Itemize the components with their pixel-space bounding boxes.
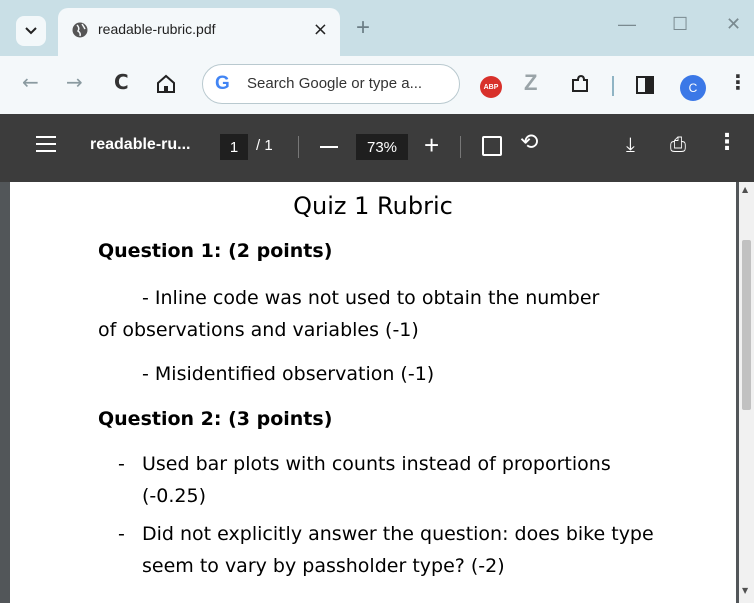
- zoom-level-input[interactable]: 73%: [356, 134, 408, 160]
- pdf-viewer: Quiz 1 Rubric Question 1: (2 points) - I…: [0, 182, 754, 603]
- address-bar[interactable]: G Search Google or type a...: [202, 64, 460, 104]
- pdf-title: readable-ru...: [90, 136, 191, 153]
- q1-item-1-line-2: of observations and variables (-1): [98, 319, 419, 341]
- home-icon[interactable]: [156, 74, 176, 94]
- back-icon[interactable]: ←: [22, 70, 39, 94]
- scroll-down-icon[interactable]: ▼: [742, 586, 748, 595]
- question-2-heading: Question 2: (3 points): [98, 408, 333, 430]
- google-logo-icon: G: [215, 73, 230, 94]
- q1-item-2: - Misidentified observation (-1): [142, 363, 435, 385]
- bullet-text: Used bar plots with counts instead of pr…: [142, 453, 611, 507]
- download-icon[interactable]: ⤓: [626, 132, 635, 156]
- fit-to-page-icon[interactable]: [482, 136, 502, 156]
- question-1-heading: Question 1: (2 points): [98, 240, 333, 262]
- more-actions-icon[interactable]: ⋮: [716, 130, 738, 155]
- page-total: / 1: [256, 137, 273, 154]
- profile-avatar[interactable]: C: [680, 75, 706, 101]
- vertical-scrollbar[interactable]: ▲ ▼: [739, 182, 754, 603]
- forward-icon[interactable]: →: [66, 70, 83, 94]
- zotero-icon[interactable]: Z: [524, 70, 537, 96]
- scroll-up-icon[interactable]: ▲: [742, 185, 748, 194]
- rotate-icon[interactable]: ⟲: [520, 130, 538, 155]
- new-tab-button[interactable]: +: [356, 14, 370, 42]
- q1-item-1-line-1: - Inline code was not used to obtain the…: [142, 287, 600, 309]
- globe-icon: [72, 22, 88, 38]
- reload-icon[interactable]: C: [114, 70, 129, 94]
- pdf-page: Quiz 1 Rubric Question 1: (2 points) - I…: [10, 182, 736, 603]
- browser-toolbar: ← → C G Search Google or type a... ABP Z…: [0, 56, 754, 114]
- tab-close-icon[interactable]: ×: [313, 19, 328, 40]
- bullet-dash: -: [118, 453, 125, 475]
- page-number-input[interactable]: 1: [220, 134, 248, 160]
- print-icon[interactable]: ⎙: [670, 132, 686, 156]
- title-bar: readable-rubric.pdf × + — ☐ ✕: [0, 0, 754, 56]
- active-tab[interactable]: readable-rubric.pdf ×: [58, 8, 340, 56]
- maximize-button[interactable]: ☐: [672, 14, 688, 35]
- toolbar-divider: [612, 76, 614, 96]
- extensions-icon[interactable]: [570, 74, 590, 94]
- zoom-in-icon[interactable]: +: [424, 130, 439, 161]
- chevron-down-icon: [25, 27, 37, 35]
- minimize-button[interactable]: —: [618, 14, 636, 35]
- pdf-toolbar: readable-ru... 1 / 1 73% + ⟲ ⤓ ⎙ ⋮: [0, 114, 754, 182]
- side-panel-icon[interactable]: [636, 76, 654, 94]
- close-window-button[interactable]: ✕: [726, 14, 741, 35]
- adblock-icon[interactable]: ABP: [480, 76, 502, 98]
- toolbar-separator: [460, 136, 461, 158]
- tab-search-button[interactable]: [16, 16, 46, 46]
- pdf-sidebar-menu-icon[interactable]: [36, 136, 56, 152]
- address-bar-placeholder: Search Google or type a...: [247, 75, 423, 92]
- tab-title: readable-rubric.pdf: [98, 21, 216, 37]
- scrollbar-thumb[interactable]: [742, 240, 751, 410]
- browser-menu-icon[interactable]: ⋮: [728, 70, 748, 94]
- bullet-text: Did not explicitly answer the question: …: [142, 523, 654, 577]
- zoom-out-icon[interactable]: [320, 146, 338, 148]
- bullet-dash: -: [118, 523, 125, 545]
- toolbar-separator: [298, 136, 299, 158]
- document-title: Quiz 1 Rubric: [293, 192, 453, 220]
